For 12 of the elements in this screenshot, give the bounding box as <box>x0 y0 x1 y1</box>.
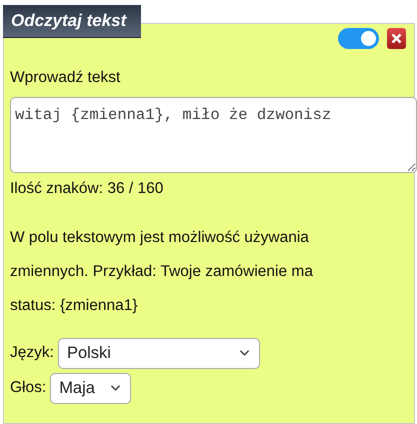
dropdown[interactable]: Polski <box>58 338 260 368</box>
dropdown[interactable]: Maja <box>50 372 132 404</box>
text-input-field[interactable]: witaj {zmienna1}, miło że dzwonisz <box>10 97 417 174</box>
character-counter: Ilość znaków: 36 / 160 <box>10 179 164 200</box>
field-label: Wprowadź tekst <box>10 68 122 88</box>
panel-title: Odczytaj tekst <box>3 5 141 38</box>
select-label: Głos: <box>10 378 46 398</box>
close-icon <box>391 33 402 44</box>
toggle-switch[interactable] <box>338 28 379 49</box>
select-label: Język: <box>10 343 54 364</box>
close-button[interactable] <box>387 28 406 49</box>
hint-text: W polu tekstowym jest możliwość używania zmiennych. Przykład: Twoje zamówienie ma status: {zmienna1} <box>10 228 314 316</box>
